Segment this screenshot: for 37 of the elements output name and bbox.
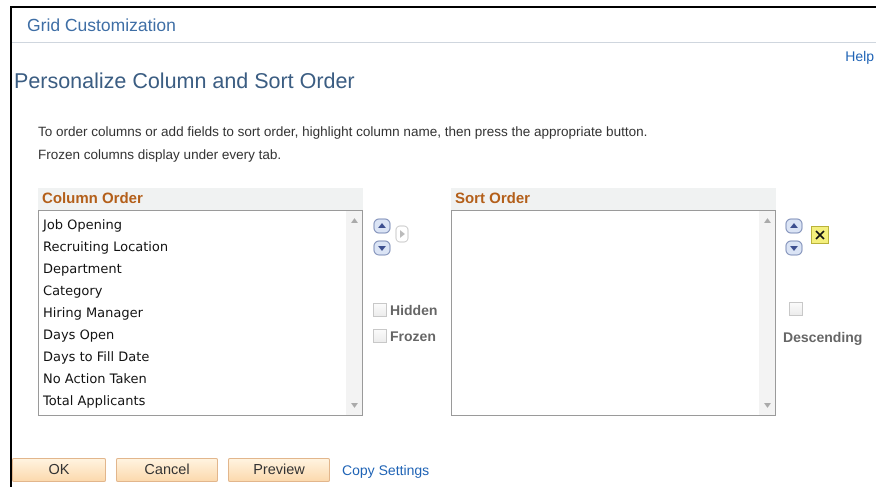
scroll-up-icon[interactable] bbox=[350, 218, 358, 223]
move-down-button[interactable] bbox=[785, 240, 803, 256]
scroll-up-icon[interactable] bbox=[764, 218, 770, 223]
list-item[interactable]: Job Opening bbox=[43, 215, 346, 237]
scroll-down-icon[interactable] bbox=[350, 403, 358, 408]
list-item[interactable]: Total Applicants bbox=[43, 391, 346, 413]
checkbox-label: Frozen bbox=[390, 328, 436, 344]
list-item[interactable]: Days Open bbox=[43, 325, 346, 347]
checkbox-label: Descending bbox=[783, 329, 862, 345]
scroll-down-icon[interactable] bbox=[764, 403, 770, 408]
page-heading: Personalize Column and Sort Order bbox=[14, 69, 356, 94]
remove-button[interactable] bbox=[811, 226, 829, 244]
move-up-button[interactable] bbox=[373, 218, 391, 234]
help-link[interactable]: Help bbox=[845, 48, 874, 65]
panel-header: Column Order bbox=[38, 188, 363, 210]
sort-list[interactable] bbox=[451, 210, 776, 416]
checkbox-label: Hidden bbox=[390, 302, 438, 318]
list-item[interactable]: Category bbox=[43, 281, 346, 303]
list-item[interactable]: Department bbox=[43, 259, 346, 281]
action-button[interactable]: OK bbox=[12, 458, 106, 482]
move-down-button[interactable] bbox=[373, 240, 391, 256]
instruction-text: To order columns or add fields to sort order, highlight column name, then press the appropriate button. bbox=[38, 124, 648, 139]
window-title: Grid Customization bbox=[27, 14, 176, 36]
move-up-button[interactable] bbox=[785, 218, 803, 234]
scrollbar[interactable] bbox=[346, 211, 362, 415]
action-button[interactable]: Preview bbox=[228, 458, 330, 482]
list-item[interactable]: Recruiting Location bbox=[43, 237, 346, 259]
list-item[interactable]: No Action Taken bbox=[43, 369, 346, 391]
close-icon bbox=[814, 229, 826, 241]
copy-settings-link[interactable]: Copy Settings bbox=[342, 462, 430, 478]
panel-header: Sort Order bbox=[451, 188, 776, 210]
list-item[interactable]: Days to Fill Date bbox=[43, 347, 346, 369]
list-item[interactable]: Hiring Manager bbox=[43, 303, 346, 325]
column-list[interactable]: Job Opening Recruiting Location Department Category Hiring Manager Days Open Days to Fill Date No Action Taken Total Applicants bbox=[38, 210, 363, 416]
scrollbar[interactable] bbox=[759, 211, 775, 415]
action-button[interactable]: Cancel bbox=[116, 458, 218, 482]
instruction-text: Frozen columns display under every tab. bbox=[38, 147, 282, 162]
